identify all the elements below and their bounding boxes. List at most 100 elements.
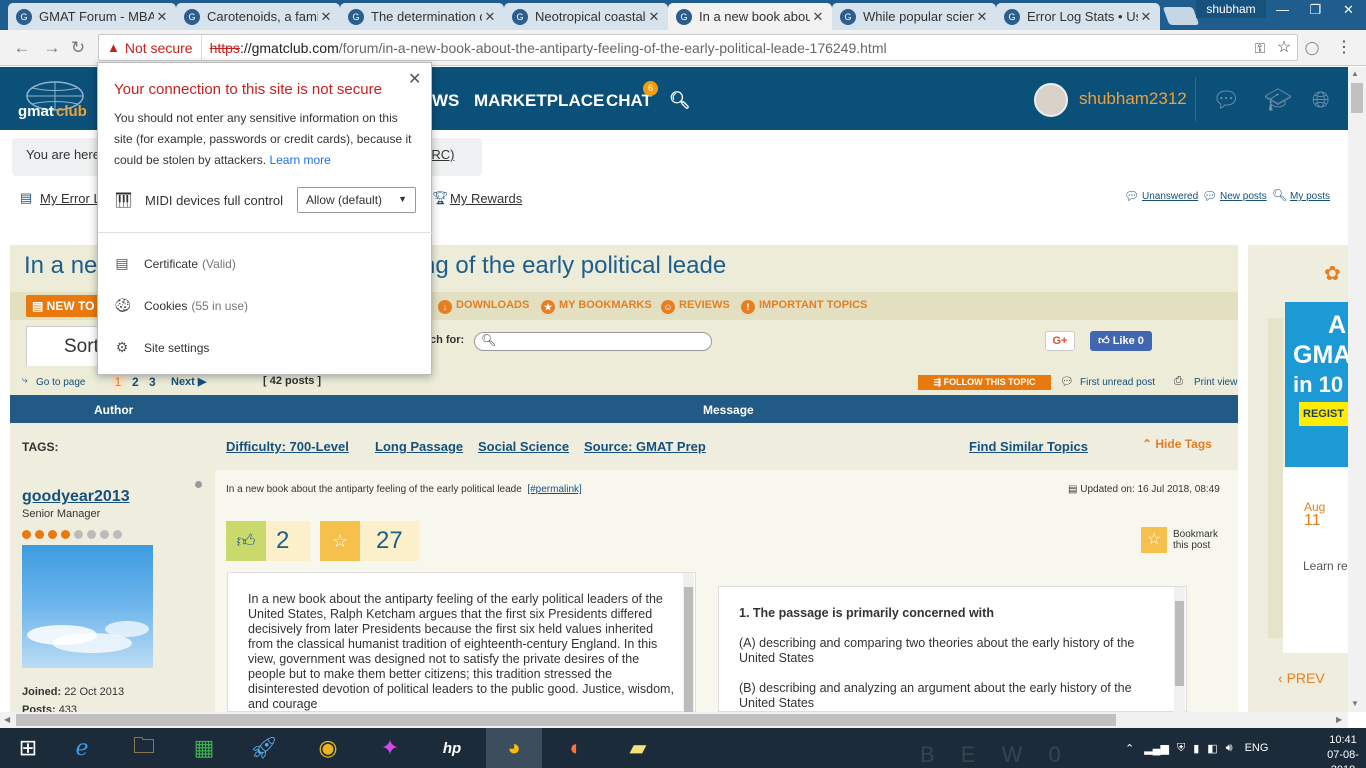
scroll-thumb[interactable] [684, 587, 693, 712]
certificate-row[interactable]: ▤ Certificate (Valid) [114, 255, 235, 272]
close-tab-icon[interactable]: ✕ [1138, 9, 1154, 25]
firefox-icon[interactable]: ◐ [548, 728, 604, 768]
nav-news[interactable]: WS [432, 91, 459, 111]
shield-icon[interactable]: ⛨ [1177, 742, 1185, 755]
page-horizontal-scrollbar[interactable]: ◀ ▶ [0, 712, 1348, 728]
scroll-thumb[interactable] [16, 714, 1116, 726]
omnibox[interactable]: ▲ Not secure https://gmatclub.com/forum/… [98, 34, 1298, 61]
tag-long-passage[interactable]: Long Passage [375, 439, 463, 454]
tray-chevron-icon[interactable]: ⌃ [1125, 742, 1134, 755]
search-icon[interactable]: 🔍︎ [669, 91, 691, 111]
print-view-link[interactable]: Print view [1194, 377, 1237, 388]
battery-icon[interactable]: ▮ [1193, 742, 1199, 755]
ad-event-card[interactable]: Aug 11 Learn re even no GMAT R [1283, 467, 1348, 653]
menu-icon[interactable]: ⋮ [1334, 38, 1354, 58]
volume-icon[interactable]: 🔊︎ [1226, 742, 1233, 755]
store-icon[interactable]: ▦ [176, 728, 232, 768]
kudos-counter[interactable]: 👍︎ 2 [226, 521, 310, 561]
reload-icon[interactable]: ↻ [68, 38, 88, 58]
site-settings-row[interactable]: ⚙ Site settings [114, 339, 210, 356]
page-1[interactable]: 1 [111, 375, 125, 389]
internet-explorer-icon[interactable]: ℯ [54, 728, 110, 768]
avatar[interactable] [1034, 83, 1068, 117]
my-error-log-link[interactable]: My Error L [40, 191, 101, 206]
chat-bubbles-icon[interactable]: 💬︎ [1212, 87, 1240, 113]
extension-icon[interactable]: ◯ [1302, 38, 1322, 58]
gmatclub-logo[interactable]: gmat club [18, 79, 93, 119]
scroll-down-icon[interactable]: ▼ [1351, 699, 1359, 708]
learn-more-link[interactable]: Learn more [269, 153, 330, 167]
rocket-app-icon[interactable]: 🚀︎ [236, 728, 292, 768]
globe-icon[interactable]: 🌐︎ [1312, 87, 1330, 113]
author-name[interactable]: goodyear2013 [22, 488, 130, 506]
question-scrollbar[interactable] [1174, 587, 1185, 712]
close-tab-icon[interactable]: ✕ [974, 9, 990, 25]
bookmark-this-post-label[interactable]: Bookmark this post [1173, 529, 1233, 551]
close-tab-icon[interactable]: ✕ [646, 9, 662, 25]
hp-icon[interactable]: hp [424, 728, 480, 768]
new-topic-button[interactable]: ▤ NEW TO [26, 295, 106, 317]
new-tab-button[interactable] [1162, 7, 1200, 25]
my-bookmarks-link[interactable]: ★ MY BOOKMARKS [541, 299, 652, 314]
restore-icon[interactable]: ❐ [1299, 0, 1332, 20]
scroll-left-icon[interactable]: ◀ [4, 715, 10, 724]
ad-prev-button[interactable]: ‹ PREV [1278, 670, 1325, 686]
close-tab-icon[interactable]: ✕ [482, 9, 498, 25]
midi-permission-select[interactable]: Allow (default) ▼ [297, 187, 416, 213]
start-windows-icon[interactable]: ⊞ [0, 728, 56, 768]
tab-carotenoids[interactable]: G Carotenoids, a famil ✕ [176, 3, 340, 30]
forward-icon[interactable]: → [42, 38, 62, 58]
network-icon[interactable]: ◧ [1207, 742, 1217, 755]
close-window-icon[interactable]: ✕ [1332, 0, 1365, 20]
media-player-icon[interactable]: ◉ [300, 728, 356, 768]
my-posts-link[interactable]: My posts [1290, 191, 1330, 202]
nav-marketplace[interactable]: MARKETPLACE [474, 91, 604, 111]
bookmark-star-icon[interactable]: ☆ [1274, 38, 1294, 58]
page-vertical-scrollbar[interactable]: ▲ ▼ [1348, 67, 1366, 712]
graduation-cap-icon[interactable]: 🎓︎ [1264, 87, 1292, 113]
close-tab-icon[interactable]: ✕ [154, 9, 170, 25]
chrome-icon[interactable]: ◕ [486, 728, 542, 768]
page-2[interactable]: 2 [132, 375, 139, 389]
cookies-row[interactable]: 🍪︎ Cookies (55 in use) [114, 297, 248, 314]
search-topic-input[interactable]: 🔍︎ [474, 332, 712, 351]
new-posts-link[interactable]: New posts [1220, 191, 1267, 202]
puzzle-app-icon[interactable]: ✦ [362, 728, 418, 768]
bookmark-star-icon[interactable]: ☆ [1141, 527, 1167, 553]
downloads-link[interactable]: ↓ DOWNLOADS [438, 299, 529, 314]
language-indicator[interactable]: ENG [1245, 742, 1269, 754]
profile-chip[interactable]: shubham [1196, 0, 1266, 18]
scroll-thumb[interactable] [1175, 601, 1184, 686]
close-icon[interactable]: ✕ [408, 69, 421, 89]
sticky-notes-icon[interactable]: ▰ [610, 728, 666, 768]
passage-scrollbar[interactable] [683, 573, 694, 712]
back-icon[interactable]: ← [12, 38, 32, 58]
not-secure-chip[interactable]: ▲ Not secure [99, 35, 202, 60]
hide-tags-button[interactable]: ⌃ Hide Tags [1142, 437, 1212, 451]
google-plus-button[interactable]: G+ [1045, 331, 1075, 351]
reviews-link[interactable]: ☺ REVIEWS [661, 299, 730, 314]
close-tab-icon[interactable]: ✕ [318, 9, 334, 25]
follow-topic-button[interactable]: ⇶ FOLLOW THIS TOPIC [918, 375, 1051, 390]
username[interactable]: shubham2312 [1079, 89, 1187, 109]
first-unread-link[interactable]: First unread post [1080, 377, 1155, 388]
next-page-link[interactable]: Next ▶ [171, 375, 206, 388]
tab-error-log[interactable]: G Error Log Stats • Us ✕ [996, 3, 1160, 30]
scroll-thumb[interactable] [1351, 83, 1363, 113]
my-rewards-link[interactable]: My Rewards [450, 191, 522, 206]
minimize-icon[interactable]: — [1266, 0, 1299, 20]
tag-source[interactable]: Source: GMAT Prep [584, 439, 706, 454]
option-a[interactable]: (A) describing and comparing two theorie… [739, 636, 1166, 666]
key-icon[interactable]: ⚿ [1250, 38, 1270, 58]
tab-popular-science[interactable]: G While popular scien ✕ [832, 3, 996, 30]
ad-banner[interactable]: A GMA in 10 REGIST [1285, 302, 1351, 467]
tag-difficulty[interactable]: Difficulty: 700-Level [226, 439, 349, 454]
option-b[interactable]: (B) describing and analyzing an argument… [739, 681, 1166, 711]
scroll-up-icon[interactable]: ▲ [1351, 69, 1359, 78]
go-to-page-link[interactable]: Go to page [36, 377, 85, 388]
tab-determination[interactable]: G The determination c ✕ [340, 3, 504, 30]
tab-gmat-forum[interactable]: G GMAT Forum - MBA ✕ [8, 3, 176, 30]
facebook-like-button[interactable]: 👍︎ Like 0 [1090, 331, 1152, 351]
register-button[interactable]: REGIST [1299, 402, 1348, 426]
bookmark-counter[interactable]: ☆ 27 [320, 521, 419, 561]
